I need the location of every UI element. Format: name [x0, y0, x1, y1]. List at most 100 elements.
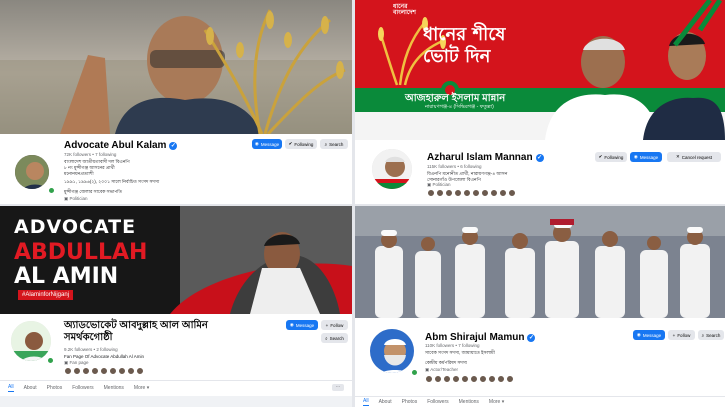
tab-photos[interactable]: Photos: [47, 385, 63, 391]
search-button-label: Search: [329, 335, 344, 341]
friend-avatar[interactable]: [109, 367, 117, 375]
friend-avatar[interactable]: [463, 189, 471, 197]
friend-avatar[interactable]: [127, 367, 135, 375]
friend-avatar[interactable]: [481, 189, 489, 197]
friend-avatar[interactable]: [445, 189, 453, 197]
profile-panel-azharul-islam-mannan: ধানের বাংলাদেশ ধানের শীষে ভোট দিন আজহারুল…: [355, 0, 725, 204]
tab-all[interactable]: All: [363, 398, 369, 406]
page-title-text: অ্যাডভোকেট আবদুল্লাহ আল আমিন সমর্থকগোষ্ঠ…: [64, 320, 208, 343]
mutual-followers-avatars[interactable]: [427, 189, 516, 197]
profile-avatar[interactable]: [369, 146, 415, 192]
following-button[interactable]: ✔ Following: [595, 152, 627, 162]
search-button[interactable]: ⌕ Search: [698, 330, 724, 340]
message-button[interactable]: ◉ Message: [286, 320, 318, 330]
tab-followers[interactable]: Followers: [427, 399, 448, 405]
friend-avatar[interactable]: [64, 367, 72, 375]
friend-avatar[interactable]: [497, 375, 505, 383]
search-button[interactable]: ⌕ Search: [320, 139, 348, 149]
friend-avatar[interactable]: [506, 375, 514, 383]
friend-avatar[interactable]: [454, 189, 462, 197]
tab-mentions[interactable]: Mentions: [104, 385, 124, 391]
check-icon: ✔: [598, 154, 603, 159]
tab-more[interactable]: More ▾: [489, 399, 504, 405]
messenger-icon: ◉: [254, 141, 259, 146]
friend-avatar[interactable]: [488, 375, 496, 383]
profile-tabs: All About Photos Followers Mentions More…: [0, 380, 352, 394]
friend-avatar[interactable]: [136, 367, 144, 375]
check-icon: ✔: [288, 141, 293, 146]
friend-avatar[interactable]: [100, 367, 108, 375]
tab-about[interactable]: About: [24, 385, 37, 391]
message-button[interactable]: ◉ Message: [633, 330, 665, 340]
search-button[interactable]: ⌕ Search: [321, 333, 348, 343]
cover-photo-art: [355, 0, 725, 140]
profile-avatar[interactable]: [367, 326, 417, 376]
cancel-request-button[interactable]: ✕ Cancel request: [667, 152, 721, 162]
page-title: অ্যাডভোকেট আবদুল্লাহ আল আমিন সমর্থকগোষ্ঠ…: [64, 320, 244, 344]
banner-title-line1: ADVOCATE: [14, 216, 137, 238]
following-button-label: Following: [604, 154, 624, 160]
search-icon: ⌕: [324, 141, 328, 147]
chevron-down-icon: ▾: [501, 399, 505, 405]
message-button-label: Message: [295, 322, 315, 328]
friend-avatar[interactable]: [508, 189, 516, 197]
profile-panel-abdullah-al-amin: ADVOCATE ABDULLAH AL AMIN #AlaminforNijg…: [0, 206, 352, 407]
banner-title-line3: AL AMIN: [14, 264, 119, 289]
following-button[interactable]: ✔ Following: [285, 139, 317, 149]
search-button-label: Search: [329, 141, 344, 147]
category-text: Actor/Teacher: [430, 367, 459, 372]
messenger-icon: ◉: [289, 322, 294, 327]
page-title-text: Advocate Abul Kalam: [64, 140, 167, 151]
follow-button[interactable]: + Follow: [321, 320, 348, 330]
tab-mentions[interactable]: Mentions: [459, 399, 479, 405]
verified-badge-icon: ✓: [535, 153, 544, 162]
friend-avatar[interactable]: [479, 375, 487, 383]
messenger-icon: ◉: [633, 154, 638, 159]
friend-avatar[interactable]: [461, 375, 469, 383]
more-options-icon[interactable]: ···: [332, 384, 344, 391]
friend-avatar[interactable]: [472, 189, 480, 197]
search-button-label: Search: [706, 332, 721, 338]
friend-avatar[interactable]: [452, 375, 460, 383]
friend-avatar[interactable]: [427, 189, 435, 197]
message-button[interactable]: ◉ Message: [252, 139, 282, 149]
tab-more[interactable]: More ▾: [134, 385, 149, 391]
mutual-followers-avatars[interactable]: [425, 375, 514, 383]
online-status-dot: [410, 368, 419, 377]
cancel-request-label: Cancel request: [681, 154, 713, 160]
tab-photos[interactable]: Photos: [402, 399, 418, 405]
tab-all[interactable]: All: [8, 384, 14, 392]
profile-avatar[interactable]: [12, 152, 52, 192]
message-button-label: Message: [642, 332, 662, 338]
follow-button[interactable]: + Follow: [668, 330, 695, 340]
friend-avatar[interactable]: [436, 189, 444, 197]
cover-photo-art: [0, 9, 352, 134]
messenger-icon: ◉: [636, 332, 641, 337]
friend-avatar[interactable]: [490, 189, 498, 197]
friend-avatar[interactable]: [425, 375, 433, 383]
search-icon: ⌕: [701, 332, 705, 338]
logo-top-left: ধানের বাংলাদেশ: [393, 4, 416, 16]
friend-avatar[interactable]: [470, 375, 478, 383]
friend-avatar[interactable]: [443, 375, 451, 383]
bio-line-2: কেন্দ্রীয় কর্মপরিষদ সদস্য: [425, 360, 467, 365]
online-status-dot: [46, 356, 55, 365]
friend-avatar[interactable]: [499, 189, 507, 197]
following-button-label: Following: [294, 141, 314, 147]
friend-avatar[interactable]: [73, 367, 81, 375]
friend-avatar[interactable]: [434, 375, 442, 383]
friend-avatar[interactable]: [91, 367, 99, 375]
bio-line-4: ১৯৯১, ১৯৯৬(২), ২০০১ সালে নির্বাচিত সংসদ …: [64, 179, 160, 184]
mutual-followers-avatars[interactable]: [64, 367, 144, 375]
bio-line-1: Fan Page Of Advocate Abdullah Al Amin: [64, 354, 145, 359]
friend-avatar[interactable]: [82, 367, 90, 375]
category-text: Politician: [432, 182, 451, 187]
bio-line-1: সাবেক সংসদ সদস্য, জামায়াতে ইসলামী: [425, 350, 495, 355]
cover-photo: ADVOCATE ABDULLAH AL AMIN #AlaminforNijg…: [0, 206, 352, 314]
tab-about[interactable]: About: [379, 399, 392, 405]
message-button[interactable]: ◉ Message: [630, 152, 662, 162]
tab-followers[interactable]: Followers: [72, 385, 93, 391]
category-label: ▣ Politician: [427, 182, 451, 188]
cover-photo: ধানের বাংলাদেশ ধানের শীষে ভোট দিন আজহারুল…: [355, 0, 725, 140]
friend-avatar[interactable]: [118, 367, 126, 375]
